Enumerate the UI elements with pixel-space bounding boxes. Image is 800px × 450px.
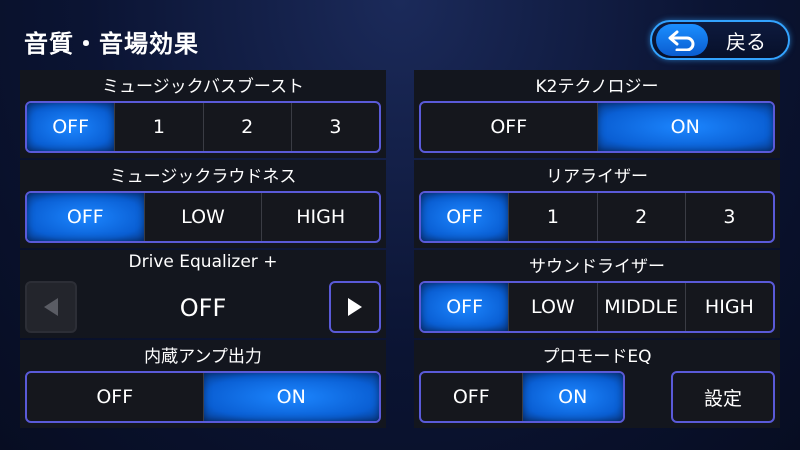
drive-equalizer-value: OFF xyxy=(179,294,227,322)
triangle-left-icon xyxy=(44,298,58,316)
music-loudness-option-high[interactable]: HIGH xyxy=(261,193,379,241)
rear-riser-option-off[interactable]: OFF xyxy=(421,193,509,241)
sound-riser-panel: サウンドライザー OFF LOW MIDDLE HIGH xyxy=(414,250,780,338)
pro-mode-eq-option-on[interactable]: ON xyxy=(521,373,623,421)
music-bass-boost-panel: ミュージックバスブースト OFF 1 2 3 xyxy=(20,70,386,158)
drive-equalizer-prev-button[interactable] xyxy=(25,281,77,333)
music-bass-boost-label: ミュージックバスブースト xyxy=(102,77,304,97)
rear-riser-option-1[interactable]: 1 xyxy=(508,193,596,241)
rear-riser-label: リアライザー xyxy=(546,167,648,187)
internal-amp-option-off[interactable]: OFF xyxy=(27,373,203,421)
rear-riser-option-3[interactable]: 3 xyxy=(684,193,773,241)
rear-riser-option-2[interactable]: 2 xyxy=(596,193,685,241)
back-button[interactable]: 戻る xyxy=(650,20,790,60)
music-bass-boost-option-3[interactable]: 3 xyxy=(290,103,379,151)
pro-mode-eq-selector: OFF ON xyxy=(419,371,625,423)
drive-equalizer-panel: Drive Equalizer + OFF xyxy=(20,250,386,338)
internal-amp-option-on[interactable]: ON xyxy=(202,373,379,421)
music-bass-boost-option-2[interactable]: 2 xyxy=(202,103,291,151)
internal-amp-selector: OFF ON xyxy=(25,371,381,423)
sound-riser-label: サウンドライザー xyxy=(529,257,665,277)
sound-riser-selector: OFF LOW MIDDLE HIGH xyxy=(419,281,775,333)
sound-riser-option-high[interactable]: HIGH xyxy=(684,283,773,331)
k2-technology-option-on[interactable]: ON xyxy=(596,103,773,151)
internal-amp-label: 内蔵アンプ出力 xyxy=(144,347,262,367)
music-bass-boost-option-off[interactable]: OFF xyxy=(27,103,115,151)
music-bass-boost-selector: OFF 1 2 3 xyxy=(25,101,381,153)
sound-riser-option-middle[interactable]: MIDDLE xyxy=(596,283,685,331)
back-button-label: 戻る xyxy=(726,29,766,54)
pro-mode-eq-label: プロモードEQ xyxy=(542,347,652,367)
k2-technology-selector: OFF ON xyxy=(419,101,775,153)
rear-riser-panel: リアライザー OFF 1 2 3 xyxy=(414,160,780,248)
rear-riser-selector: OFF 1 2 3 xyxy=(419,191,775,243)
music-bass-boost-option-1[interactable]: 1 xyxy=(114,103,202,151)
music-loudness-label: ミュージックラウドネス xyxy=(109,167,297,187)
k2-technology-option-off[interactable]: OFF xyxy=(421,103,597,151)
k2-technology-panel: K2テクノロジー OFF ON xyxy=(414,70,780,158)
pro-mode-eq-panel: プロモードEQ OFF ON 設定 xyxy=(414,340,780,428)
pro-mode-eq-option-off[interactable]: OFF xyxy=(421,373,522,421)
k2-technology-label: K2テクノロジー xyxy=(535,77,659,97)
music-loudness-selector: OFF LOW HIGH xyxy=(25,191,381,243)
sound-riser-option-off[interactable]: OFF xyxy=(421,283,509,331)
back-arrow-icon xyxy=(656,24,708,56)
drive-equalizer-label: Drive Equalizer + xyxy=(128,252,278,272)
music-loudness-option-low[interactable]: LOW xyxy=(143,193,262,241)
sound-riser-option-low[interactable]: LOW xyxy=(508,283,596,331)
internal-amp-panel: 内蔵アンプ出力 OFF ON xyxy=(20,340,386,428)
music-loudness-panel: ミュージックラウドネス OFF LOW HIGH xyxy=(20,160,386,248)
page-title: 音質・音場効果 xyxy=(24,30,199,58)
pro-mode-eq-settings-button[interactable]: 設定 xyxy=(671,371,775,423)
music-loudness-option-off[interactable]: OFF xyxy=(27,193,144,241)
triangle-right-icon xyxy=(348,298,362,316)
drive-equalizer-next-button[interactable] xyxy=(329,281,381,333)
